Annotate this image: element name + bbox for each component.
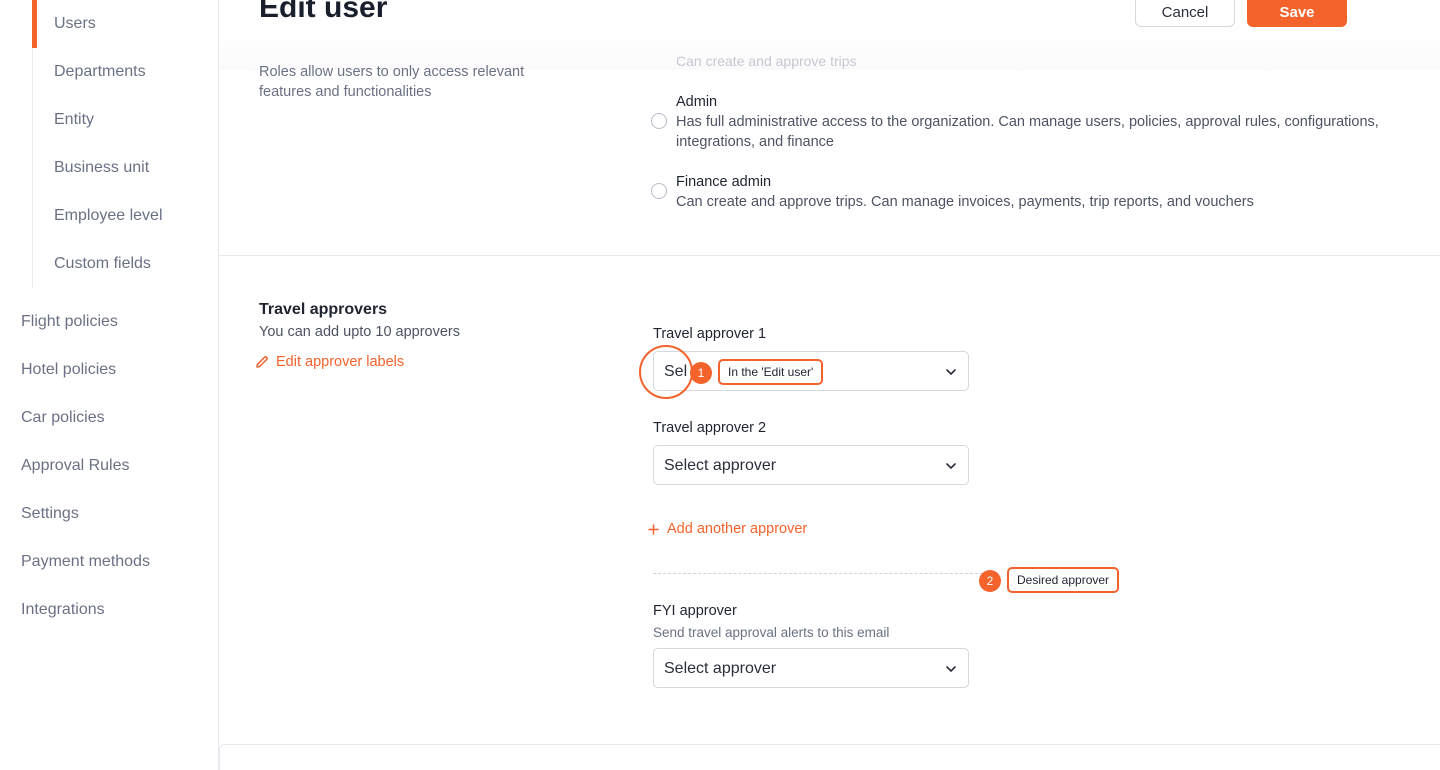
travel-approvers-title: Travel approvers <box>259 301 388 318</box>
add-another-approver-link[interactable]: Add another approver <box>648 520 807 538</box>
annotation-label-2: Desired approver <box>1007 567 1120 593</box>
approver-2-select[interactable]: Select approver <box>653 445 969 485</box>
pencil-icon <box>256 356 268 368</box>
admin-radio[interactable] <box>651 113 667 129</box>
section-divider <box>219 255 1440 256</box>
annotation-badge-2: 2 <box>979 570 1001 592</box>
chevron-down-icon <box>946 463 956 469</box>
approver-1-label: Travel approver 1 <box>653 326 767 342</box>
sidebar-item-flight-policies[interactable]: Flight policies <box>21 310 118 334</box>
finance-admin-radio[interactable] <box>651 183 667 199</box>
role-title: Admin <box>676 94 718 110</box>
role-description: Has full administrative access to the or… <box>676 114 1379 150</box>
edit-approver-labels-text: Edit approver labels <box>276 354 405 370</box>
people-subnav: Users Departments Entity Business unit E… <box>32 0 218 288</box>
sidebar-item-car-policies[interactable]: Car policies <box>21 406 105 430</box>
annotation-highlight-circle <box>639 345 693 399</box>
annotation-label-1: In the 'Edit user' <box>718 359 824 385</box>
page-title: Edit user <box>259 0 388 24</box>
fyi-approver-subtitle: Send travel approval alerts to this emai… <box>653 625 890 640</box>
active-indicator <box>32 0 37 48</box>
role-option-faded-desc: Can create and approve trips <box>676 53 857 69</box>
plus-icon <box>648 523 659 535</box>
sidebar-item-employee-level[interactable]: Employee level <box>54 204 163 228</box>
role-description: Can create and approve trips. Can manage… <box>676 194 1254 210</box>
sidebar-item-settings[interactable]: Settings <box>21 502 79 526</box>
role-title: Finance admin <box>676 174 772 190</box>
sidebar-item-entity[interactable]: Entity <box>54 108 94 132</box>
main-content: Edit user Cancel Save Can create and app… <box>219 0 1440 770</box>
sidebar-item-hotel-policies[interactable]: Hotel policies <box>21 358 116 382</box>
fyi-approver-value: Select approver <box>664 660 777 677</box>
sidebar-item-departments[interactable]: Departments <box>54 60 146 84</box>
sidebar-item-payment-methods[interactable]: Payment methods <box>21 550 150 574</box>
save-button[interactable]: Save <box>1247 0 1347 27</box>
chevron-down-icon <box>946 666 956 672</box>
chevron-down-icon <box>946 369 956 375</box>
sidebar-item-custom-fields[interactable]: Custom fields <box>54 252 151 276</box>
dashed-divider <box>653 573 993 574</box>
next-section-card <box>219 744 1440 770</box>
sidebar-item-users[interactable]: Users <box>54 12 96 36</box>
annotation-badge-1: 1 <box>690 362 712 384</box>
approver-2-label: Travel approver 2 <box>653 420 767 436</box>
cancel-button[interactable]: Cancel <box>1135 0 1235 27</box>
sidebar-item-business-unit[interactable]: Business unit <box>54 156 149 180</box>
sidebar: Users Departments Entity Business unit E… <box>0 0 219 770</box>
roles-description: Roles allow users to only access relevan… <box>259 64 525 100</box>
fyi-approver-select[interactable]: Select approver <box>653 648 969 688</box>
add-another-approver-text: Add another approver <box>667 521 808 537</box>
sidebar-item-integrations[interactable]: Integrations <box>21 598 105 622</box>
travel-approvers-subtitle: You can add upto 10 approvers <box>259 324 461 340</box>
edit-approver-labels-link[interactable]: Edit approver labels <box>255 353 404 371</box>
fyi-approver-label: FYI approver <box>653 603 737 619</box>
approver-2-value: Select approver <box>664 457 777 474</box>
sidebar-item-approval-rules[interactable]: Approval Rules <box>21 454 130 478</box>
